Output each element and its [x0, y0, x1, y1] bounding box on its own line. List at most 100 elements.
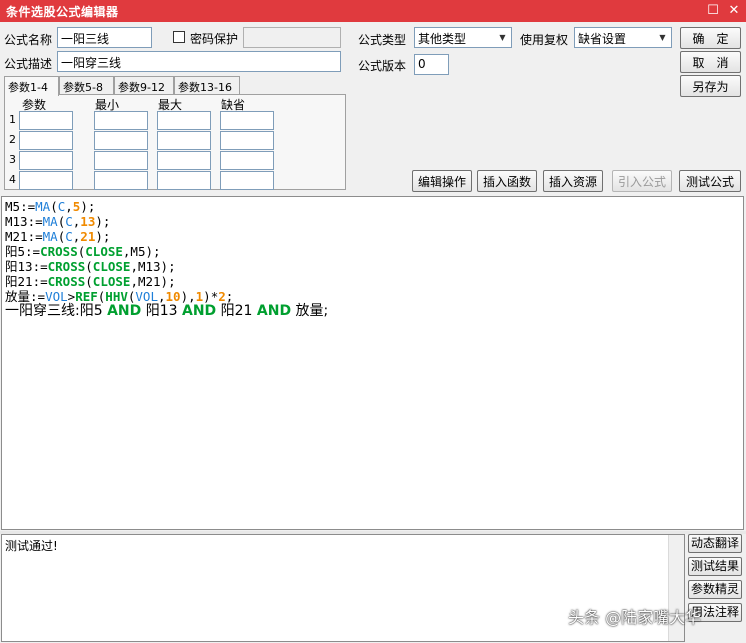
param-wizard-button[interactable]: 参数精灵	[688, 580, 742, 599]
code-token: (	[85, 259, 93, 274]
formula-type-select[interactable]: 其他类型 ▼	[414, 27, 512, 48]
fuquan-label: 使用复权	[520, 33, 569, 47]
formula-version-input[interactable]: 0	[414, 54, 449, 75]
default-cell[interactable]	[220, 151, 274, 170]
code-line: 阳5:=CROSS(CLOSE,M5);	[5, 244, 743, 259]
max-cell[interactable]	[157, 111, 211, 130]
import-formula-button[interactable]: 引入公式	[612, 170, 672, 192]
code-token: :=	[30, 289, 46, 304]
code-token: AND	[181, 303, 217, 319]
tab-params-1-4[interactable]: 参数1-4	[4, 76, 59, 96]
param-cell[interactable]	[19, 111, 73, 130]
code-token: CROSS	[47, 259, 86, 274]
param-cell[interactable]	[19, 151, 73, 170]
test-formula-button[interactable]: 测试公式	[679, 170, 741, 192]
default-cell[interactable]	[220, 131, 274, 150]
max-cell[interactable]	[157, 171, 211, 190]
code-token: 10	[165, 289, 181, 304]
code-token: 阳21	[5, 274, 33, 289]
code-token: (	[50, 199, 58, 214]
insert-function-button[interactable]: 插入函数	[477, 170, 537, 192]
title-bar: 条件选股公式编辑器 ☐ ✕	[0, 0, 746, 22]
min-cell[interactable]	[94, 151, 148, 170]
code-line: 一阳穿三线:阳5 AND 阳13 AND 阳21 AND 放量;	[5, 304, 743, 321]
max-cell[interactable]	[157, 151, 211, 170]
code-token: ,	[65, 199, 73, 214]
code-token: REF	[75, 289, 98, 304]
cancel-button[interactable]: 取 消	[680, 51, 741, 73]
ok-button[interactable]: 确 定	[680, 27, 741, 49]
password-checkbox[interactable]	[173, 31, 185, 43]
code-token: ),	[180, 289, 196, 304]
tab-params-13-16[interactable]: 参数13-16	[174, 76, 240, 95]
formula-name-label: 公式名称	[4, 33, 53, 47]
min-cell[interactable]	[94, 111, 148, 130]
code-token: ;	[225, 289, 234, 304]
min-cell[interactable]	[94, 131, 148, 150]
code-token: 阳13	[141, 303, 182, 319]
save-as-button[interactable]: 另存为	[680, 75, 741, 97]
code-token: 放量	[5, 289, 31, 304]
code-token: );	[80, 199, 96, 214]
code-token: M21	[5, 229, 28, 244]
code-token: M5	[5, 199, 21, 214]
test-output-text: 测试通过!	[5, 539, 58, 553]
code-token: 2	[218, 289, 226, 304]
code-line: M13:=MA(C,13);	[5, 214, 743, 229]
insert-resource-button[interactable]: 插入资源	[543, 170, 603, 192]
code-token: :=	[32, 274, 48, 289]
close-icon[interactable]: ✕	[725, 2, 743, 19]
chevron-down-icon[interactable]: ▼	[655, 29, 670, 46]
max-cell[interactable]	[157, 131, 211, 150]
code-token: ,M5);	[122, 244, 161, 259]
formula-type-label: 公式类型	[358, 33, 407, 47]
dynamic-translate-button[interactable]: 动态翻译	[688, 534, 742, 553]
default-cell[interactable]	[220, 111, 274, 130]
min-cell[interactable]	[94, 171, 148, 190]
maximize-icon[interactable]: ☐	[704, 2, 722, 19]
code-token: 放量;	[291, 303, 329, 319]
code-token: AND	[256, 303, 292, 319]
code-token: VOL	[45, 289, 68, 304]
code-token: 一阳穿三线:阳5	[5, 303, 108, 319]
code-token: 阳21	[216, 303, 257, 319]
row-number: 2	[9, 133, 16, 146]
code-token: MA	[42, 229, 58, 244]
code-line: 阳21:=CROSS(CLOSE,M21);	[5, 274, 743, 289]
code-token: M13	[5, 214, 28, 229]
code-token: (	[85, 274, 93, 289]
formula-desc-label: 公式描述	[4, 57, 53, 71]
row-number: 3	[9, 153, 16, 166]
window-title: 条件选股公式编辑器	[6, 5, 119, 19]
code-token: 阳5	[5, 244, 26, 259]
code-token: AND	[107, 303, 142, 319]
formula-code-editor[interactable]: M5:=MA(C,5); M13:=MA(C,13); M21:=MA(C,21);…	[1, 196, 744, 530]
row-number: 1	[9, 113, 16, 126]
code-token: );	[95, 214, 111, 229]
code-token: :=	[27, 229, 43, 244]
tab-params-9-12[interactable]: 参数9-12	[114, 76, 174, 95]
formula-desc-input[interactable]: 一阳穿三线	[57, 51, 341, 72]
param-cell[interactable]	[19, 131, 73, 150]
default-cell[interactable]	[220, 171, 274, 190]
code-token: :=	[27, 214, 43, 229]
code-token: 13	[80, 214, 96, 229]
param-panel: 参数 最小 最大 缺省 1 2 3 4	[4, 94, 346, 190]
password-input[interactable]	[243, 27, 341, 48]
formula-type-value: 其他类型	[418, 32, 467, 46]
code-token: CLOSE	[92, 274, 131, 289]
code-token: CROSS	[40, 244, 78, 259]
tab-params-5-8[interactable]: 参数5-8	[59, 76, 114, 95]
formula-name-input[interactable]: 一阳三线	[57, 27, 152, 48]
code-token: 21	[80, 229, 96, 244]
watermark: 头条 @陆家嘴大华	[568, 608, 702, 627]
code-token: )*	[203, 289, 219, 304]
param-cell[interactable]	[19, 171, 73, 190]
fuquan-select[interactable]: 缺省设置 ▼	[574, 27, 672, 48]
edit-ops-button[interactable]: 编辑操作	[412, 170, 472, 192]
code-token: );	[95, 229, 111, 244]
chevron-down-icon[interactable]: ▼	[495, 29, 510, 46]
code-token: ,	[157, 289, 166, 304]
code-token: HHV	[105, 289, 128, 304]
test-result-button[interactable]: 测试结果	[688, 557, 742, 576]
